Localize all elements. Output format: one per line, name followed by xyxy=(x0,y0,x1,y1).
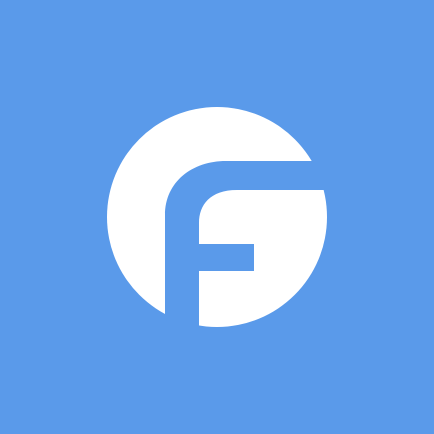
logo-circle xyxy=(107,107,327,327)
app-icon xyxy=(0,0,434,434)
f-letter-logo-icon xyxy=(0,0,434,434)
